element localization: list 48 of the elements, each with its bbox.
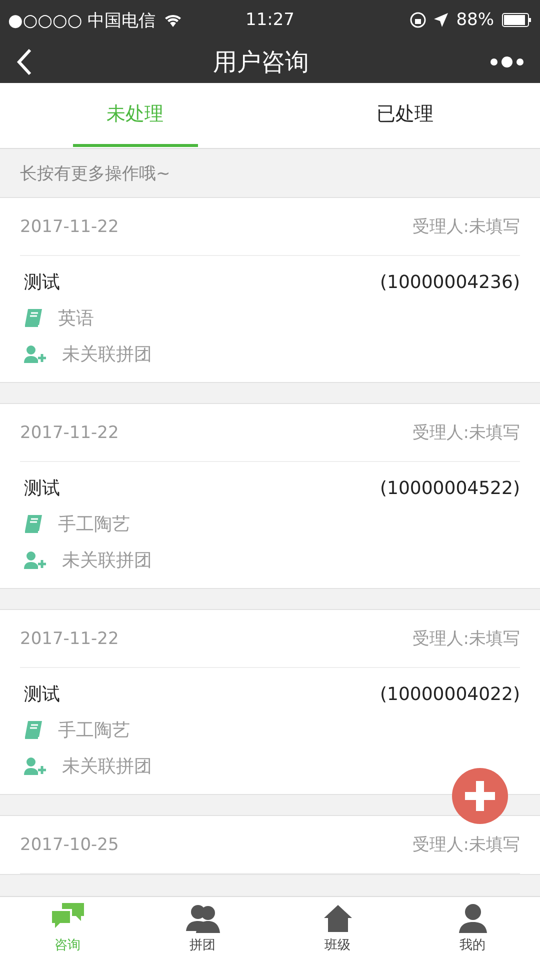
consultation-card[interactable]: 2017-11-22 受理人:未填写 测试 (10000004022) 手工陶艺 未关联拼团	[0, 609, 540, 795]
date-text: 2017-11-22	[20, 628, 119, 648]
battery-percent: 88%	[456, 10, 494, 30]
tab[interactable]: 已处理	[270, 83, 540, 148]
handler-text: 受理人:未填写	[412, 216, 520, 238]
customer-number: (10000004522)	[380, 478, 520, 498]
house-icon	[322, 903, 352, 933]
person-icon	[458, 903, 488, 933]
date-text: 2017-11-22	[20, 422, 119, 442]
course-text: 手工陶艺	[58, 513, 130, 536]
add-person-icon	[24, 345, 46, 363]
date-text: 2017-10-25	[20, 834, 119, 854]
group-text: 未关联拼团	[62, 755, 152, 778]
hint-text: 长按有更多操作哦~	[20, 162, 170, 184]
plus-icon	[465, 781, 495, 811]
add-person-icon	[24, 757, 46, 775]
page-title: 用户咨询	[213, 46, 309, 78]
handler-text: 受理人:未填写	[412, 422, 520, 444]
consultation-card[interactable]: 2017-11-22 受理人:未填写 测试 (10000004522) 手工陶艺 未关联拼团	[0, 403, 540, 589]
add-person-icon	[24, 551, 46, 569]
bottom-tab[interactable]: 我的	[405, 897, 540, 960]
battery-icon	[502, 13, 532, 27]
group-text: 未关联拼团	[62, 549, 152, 572]
wifi-icon	[164, 13, 182, 27]
book-icon	[24, 309, 42, 327]
carrier-text: ●○○○○ 中国电信	[8, 10, 156, 32]
customer-number: (10000004236)	[380, 272, 520, 292]
date-text: 2017-11-22	[20, 216, 119, 236]
handler-text: 受理人:未填写	[412, 834, 520, 856]
bottom-tab[interactable]: 班级	[270, 897, 405, 960]
book-icon	[24, 515, 42, 533]
clock-text: 11:27	[246, 10, 294, 30]
customer-name: 测试	[24, 271, 60, 294]
back-icon[interactable]	[16, 48, 32, 76]
rotation-lock-icon	[410, 12, 426, 28]
handler-text: 受理人:未填写	[412, 628, 520, 650]
course-text: 英语	[58, 307, 94, 330]
group-text: 未关联拼团	[62, 343, 152, 366]
customer-number: (10000004022)	[380, 684, 520, 704]
consultation-card[interactable]: 2017-11-22 受理人:未填写 测试 (10000004236) 英语 未关联拼团	[0, 197, 540, 383]
more-icon[interactable]	[490, 56, 524, 68]
people-icon	[186, 903, 220, 933]
customer-name: 测试	[24, 477, 60, 500]
location-arrow-icon	[434, 13, 448, 27]
course-text: 手工陶艺	[58, 719, 130, 742]
bottom-tab[interactable]: 拼团	[135, 897, 270, 960]
book-icon	[24, 721, 42, 739]
customer-name: 测试	[24, 683, 60, 706]
